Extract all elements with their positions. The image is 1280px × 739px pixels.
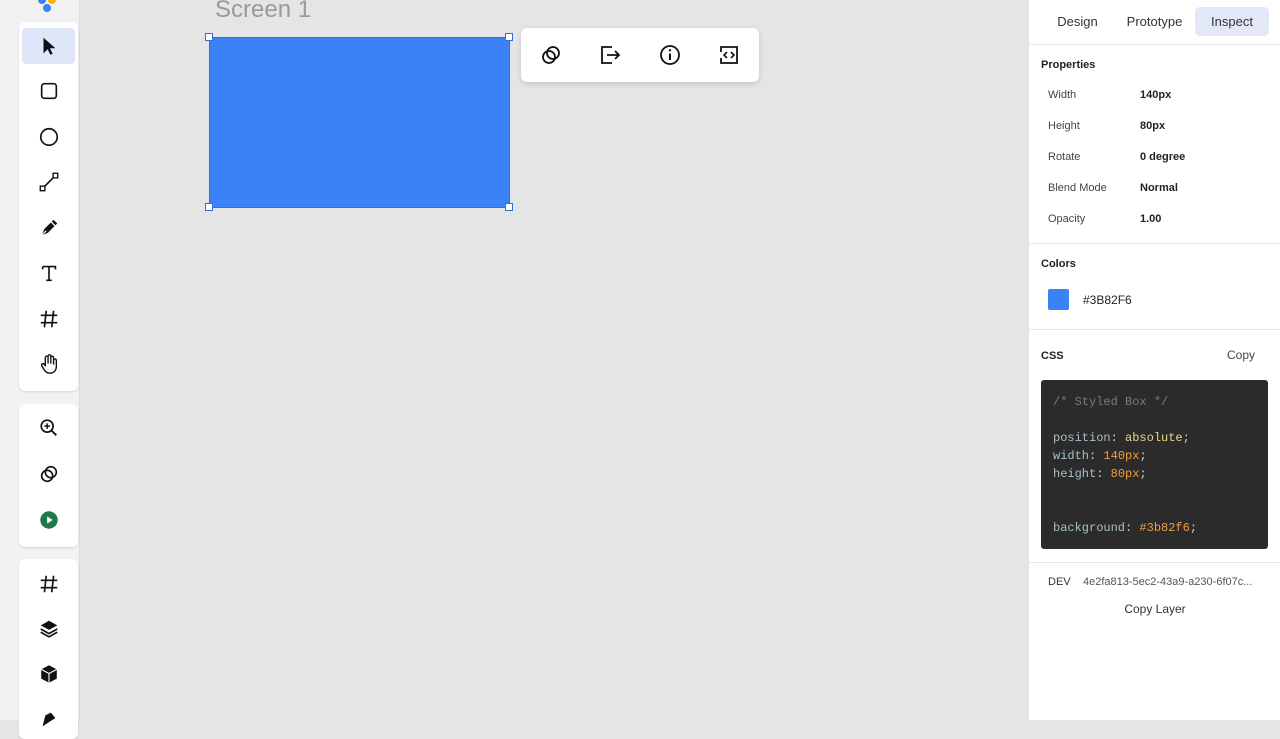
components-button[interactable]	[22, 656, 75, 692]
left-toolbar-strip	[0, 0, 80, 739]
pen-icon	[40, 219, 57, 236]
view-tools-group	[19, 404, 78, 547]
link-rings-icon	[40, 465, 57, 483]
select-tool-button[interactable]	[22, 28, 75, 64]
component-box-icon	[40, 665, 57, 683]
resize-handle-bottom-right[interactable]	[505, 203, 513, 211]
property-value: 80px	[1140, 120, 1166, 132]
css-title: CSS	[1041, 350, 1064, 362]
property-label: Opacity	[1048, 213, 1086, 225]
code-icon	[720, 46, 738, 64]
line-tool-button[interactable]	[22, 164, 75, 200]
line-icon	[39, 172, 58, 192]
section-divider	[1029, 243, 1280, 244]
zoom-in-icon	[39, 419, 57, 436]
zoom-tool-button[interactable]	[22, 410, 75, 446]
selected-rectangle[interactable]	[209, 37, 510, 208]
property-value: 0 degree	[1140, 151, 1186, 163]
property-label: Height	[1048, 120, 1080, 132]
export-icon	[601, 46, 621, 64]
css-value: absolute	[1125, 431, 1183, 445]
frame-tool-button[interactable]	[22, 301, 75, 337]
css-property: width	[1053, 449, 1090, 463]
play-icon	[39, 511, 58, 529]
css-value: #3b82f6	[1139, 521, 1190, 535]
property-label: Width	[1048, 89, 1077, 101]
ellipse-tool-button[interactable]	[22, 119, 75, 155]
more-tools-button[interactable]	[22, 701, 75, 737]
css-code-block[interactable]: /* Styled Box */ position: absolute; wid…	[1041, 380, 1268, 549]
select-cursor-icon	[43, 37, 55, 55]
play-preview-button[interactable]	[22, 502, 75, 538]
code-line: height: 80px;	[1053, 467, 1147, 481]
layers-button[interactable]	[22, 611, 75, 647]
ellipse-icon	[39, 127, 58, 147]
section-divider	[1029, 329, 1280, 330]
code-comment: /* Styled Box */	[1053, 395, 1169, 409]
grid-button[interactable]	[22, 566, 75, 602]
section-divider	[1029, 562, 1280, 563]
properties-title: Properties	[1041, 59, 1096, 71]
floating-toolbar	[521, 28, 759, 82]
info-button[interactable]	[655, 40, 685, 70]
drawing-tools-group	[19, 22, 78, 391]
rectangle-tool-button[interactable]	[22, 73, 75, 109]
code-line: width: 140px;	[1053, 449, 1147, 463]
color-hex-value[interactable]: #3B82F6	[1083, 293, 1132, 307]
css-property: height	[1053, 467, 1097, 481]
panel-tabs: Design Prototype Inspect	[1029, 0, 1280, 45]
css-value: 80px	[1110, 467, 1140, 481]
property-label: Rotate	[1048, 151, 1081, 163]
dev-label: DEV	[1048, 576, 1071, 588]
link-button[interactable]	[536, 40, 566, 70]
panels-tools-group	[19, 559, 78, 739]
property-label: Blend Mode	[1048, 182, 1107, 194]
color-swatch[interactable]	[1048, 289, 1069, 310]
layer-id[interactable]: 4e2fa813-5ec2-43a9-a230-6f07c...	[1083, 576, 1268, 588]
frame-hash-icon	[40, 310, 57, 328]
resize-handle-top-right[interactable]	[505, 33, 513, 41]
tab-inspect[interactable]: Inspect	[1195, 7, 1269, 36]
property-value: 140px	[1140, 89, 1172, 101]
info-icon	[660, 45, 680, 65]
css-value: 140px	[1103, 449, 1140, 463]
rectangle-icon	[40, 82, 57, 100]
property-value: Normal	[1140, 182, 1178, 194]
css-property: position	[1053, 431, 1111, 445]
link-rings-icon	[542, 46, 560, 64]
tab-design[interactable]: Design	[1045, 7, 1110, 36]
code-line: background: #3b82f6;	[1053, 521, 1198, 535]
screen-frame-label[interactable]: Screen 1	[215, 0, 311, 24]
tab-prototype[interactable]: Prototype	[1117, 7, 1192, 36]
more-tool-icon	[42, 712, 55, 727]
hand-icon	[40, 354, 57, 374]
css-property: background	[1053, 521, 1126, 535]
pen-tool-button[interactable]	[22, 210, 75, 246]
hand-tool-button[interactable]	[22, 346, 75, 382]
code-line: position: absolute;	[1053, 431, 1190, 445]
property-value: 1.00	[1140, 213, 1162, 225]
copy-layer-button[interactable]: Copy Layer	[1029, 602, 1280, 616]
colors-title: Colors	[1041, 258, 1076, 270]
inspector-panel: Design Prototype Inspect Properties Widt…	[1028, 0, 1280, 720]
export-button[interactable]	[595, 40, 625, 70]
grid-hash-icon	[40, 575, 57, 593]
text-tool-button[interactable]	[22, 255, 75, 291]
text-icon	[41, 265, 56, 282]
resize-handle-bottom-left[interactable]	[205, 203, 213, 211]
app-logo-icon	[38, 0, 56, 12]
copy-css-button[interactable]: Copy	[1227, 348, 1255, 362]
resize-handle-top-left[interactable]	[205, 33, 213, 41]
layers-icon	[39, 620, 58, 638]
prototype-link-button[interactable]	[22, 456, 75, 492]
code-button[interactable]	[714, 40, 744, 70]
